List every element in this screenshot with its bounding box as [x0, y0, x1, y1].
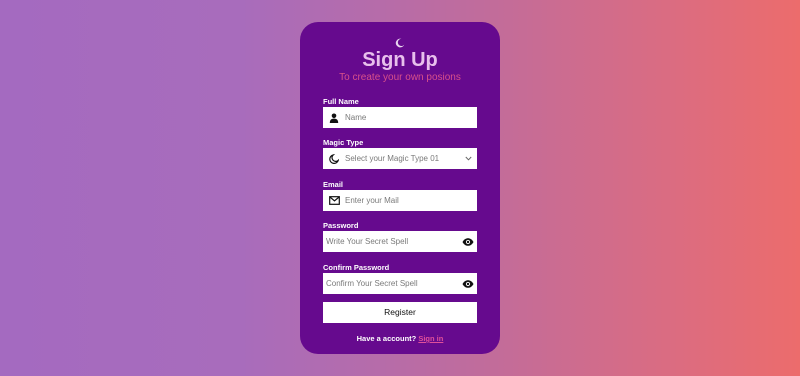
magic-type-select[interactable]: Select your Magic Type 01 [323, 148, 477, 169]
confirm-password-field[interactable]: Confirm Your Secret Spell [323, 273, 477, 294]
register-button[interactable]: Register [323, 302, 477, 323]
sign-in-link[interactable]: Sign in [418, 334, 443, 343]
magic-type-value: Select your Magic Type 01 [345, 154, 440, 163]
magic-type-label: Magic Type [323, 138, 364, 147]
user-icon [323, 107, 345, 128]
full-name-input[interactable]: Name [345, 107, 366, 128]
sign-in-prompt: Have a account? Sign in [300, 334, 500, 344]
page-title: Sign Up [362, 49, 438, 71]
eye-icon[interactable] [459, 231, 477, 252]
password-label: Password [323, 221, 359, 230]
signup-card: Sign Up To create your own posions Full … [300, 22, 500, 354]
full-name-label: Full Name [323, 97, 359, 106]
email-field[interactable]: Enter your Mail [323, 190, 477, 211]
eye-icon[interactable] [459, 273, 477, 294]
confirm-password-input[interactable]: Confirm Your Secret Spell [323, 273, 418, 294]
have-account-text: Have a account? [356, 334, 417, 343]
moon-icon [323, 148, 345, 169]
full-name-field[interactable]: Name [323, 107, 477, 128]
email-label: Email [323, 180, 344, 189]
chevron-down-icon[interactable] [459, 148, 477, 169]
envelope-icon [323, 190, 345, 211]
page-subtitle: To create your own posions [339, 72, 461, 83]
password-field[interactable]: Write Your Secret Spell [323, 231, 477, 252]
moon-icon [300, 35, 500, 48]
confirm-password-label: Confirm Password [323, 263, 390, 272]
email-input[interactable]: Enter your Mail [345, 190, 399, 211]
password-input[interactable]: Write Your Secret Spell [323, 231, 408, 252]
